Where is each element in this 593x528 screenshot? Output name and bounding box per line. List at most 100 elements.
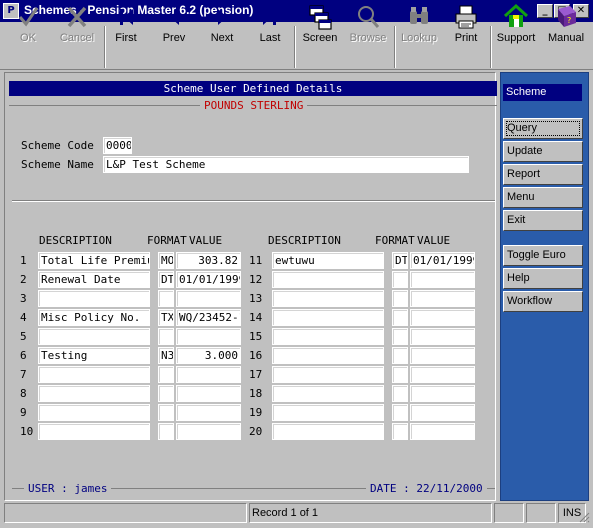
format-field[interactable]: MO (158, 252, 174, 269)
format-field[interactable] (392, 328, 408, 345)
description-field[interactable] (272, 385, 384, 402)
screen-button[interactable]: Screen (300, 3, 340, 47)
description-field[interactable] (272, 328, 384, 345)
value-field[interactable] (410, 328, 475, 345)
format-field[interactable] (158, 423, 174, 440)
description-field[interactable]: Testing (38, 347, 150, 364)
value-field[interactable] (410, 385, 475, 402)
row-number: 13 (249, 292, 263, 305)
toggle-euro-button[interactable]: Toggle Euro (503, 245, 583, 266)
format-field[interactable] (392, 366, 408, 383)
format-field[interactable]: TX (158, 309, 174, 326)
manual-button[interactable]: ? Manual (544, 3, 588, 47)
description-field[interactable] (38, 328, 150, 345)
value-field[interactable] (410, 309, 475, 326)
format-field[interactable] (158, 385, 174, 402)
format-field[interactable] (392, 404, 408, 421)
format-field[interactable] (392, 309, 408, 326)
lookup-label: Lookup (400, 32, 438, 44)
value-field[interactable]: 3.000 (176, 347, 241, 364)
next-label: Next (210, 32, 234, 44)
format-field[interactable] (392, 290, 408, 307)
description-field[interactable] (272, 290, 384, 307)
lookup-button[interactable]: Lookup (398, 3, 440, 47)
user-label: USER : james (24, 482, 112, 495)
format-field[interactable] (392, 271, 408, 288)
toolbar-separator (394, 26, 396, 68)
description-field[interactable] (38, 290, 150, 307)
ok-button[interactable]: OK (12, 3, 44, 47)
format-field[interactable]: DT (392, 252, 408, 269)
value-field[interactable]: 01/01/1999 (176, 271, 241, 288)
description-field[interactable] (272, 423, 384, 440)
section-divider (12, 200, 495, 202)
resize-grip-icon[interactable] (578, 511, 590, 523)
format-field[interactable] (158, 328, 174, 345)
description-field[interactable] (38, 385, 150, 402)
description-field[interactable] (272, 347, 384, 364)
value-field[interactable] (176, 328, 241, 345)
format-field[interactable]: DT (158, 271, 174, 288)
row-number: 8 (20, 387, 27, 400)
sidebar-header: Scheme (503, 84, 582, 101)
format-field[interactable]: N3 (158, 347, 174, 364)
value-field[interactable] (410, 271, 475, 288)
cancel-button[interactable]: Cancel (56, 3, 98, 47)
value-field[interactable] (410, 423, 475, 440)
row-number: 19 (249, 406, 263, 419)
row-number: 20 (249, 425, 263, 438)
scheme-code-field[interactable]: 0000 (103, 137, 132, 154)
value-field[interactable] (410, 290, 475, 307)
description-field[interactable] (38, 404, 150, 421)
description-field[interactable] (272, 309, 384, 326)
value-field[interactable]: 303.82 (176, 252, 241, 269)
format-field[interactable] (392, 423, 408, 440)
format-field[interactable] (158, 290, 174, 307)
value-field[interactable] (176, 290, 241, 307)
prev-record-icon (170, 9, 179, 25)
print-button[interactable]: Print (450, 3, 482, 47)
prev-button[interactable]: Prev (158, 3, 190, 47)
value-field[interactable] (176, 385, 241, 402)
value-field[interactable]: WQ/23452-1 (176, 309, 241, 326)
format-field[interactable] (158, 366, 174, 383)
format-field[interactable] (392, 347, 408, 364)
update-button[interactable]: Update (503, 141, 583, 162)
menu-button[interactable]: Menu (503, 187, 583, 208)
value-field[interactable] (410, 366, 475, 383)
description-field[interactable]: Total Life Premium (38, 252, 150, 269)
row-number: 17 (249, 368, 263, 381)
report-button[interactable]: Report (503, 164, 583, 185)
value-field[interactable]: 01/01/1999 (410, 252, 475, 269)
first-button[interactable]: First (110, 3, 142, 47)
workflow-button[interactable]: Workflow (503, 291, 583, 312)
row-number: 10 (20, 425, 34, 438)
format-field[interactable] (158, 404, 174, 421)
value-field[interactable] (176, 366, 241, 383)
help-button[interactable]: Help (503, 268, 583, 289)
description-field[interactable]: ewtuwu (272, 252, 384, 269)
left-value-header: VALUE (189, 234, 223, 247)
manual-label: Manual (547, 32, 585, 44)
exit-button[interactable]: Exit (503, 210, 583, 231)
next-button[interactable]: Next (206, 3, 238, 47)
description-field[interactable] (272, 366, 384, 383)
last-button[interactable]: Last (254, 3, 286, 47)
scheme-name-field[interactable]: L&P Test Scheme (103, 156, 469, 173)
value-field[interactable] (410, 347, 475, 364)
left-format-header: FORMAT (147, 234, 187, 247)
description-field[interactable] (38, 366, 150, 383)
description-field[interactable]: Renewal Date (38, 271, 150, 288)
browse-button[interactable]: Browse (346, 3, 390, 47)
query-button[interactable]: Query (503, 118, 583, 139)
description-field[interactable] (272, 404, 384, 421)
description-field[interactable] (38, 423, 150, 440)
value-field[interactable] (176, 423, 241, 440)
screens-icon (309, 5, 332, 30)
description-field[interactable] (272, 271, 384, 288)
format-field[interactable] (392, 385, 408, 402)
value-field[interactable] (410, 404, 475, 421)
support-button[interactable]: Support (494, 3, 538, 47)
value-field[interactable] (176, 404, 241, 421)
description-field[interactable]: Misc Policy No. (38, 309, 150, 326)
